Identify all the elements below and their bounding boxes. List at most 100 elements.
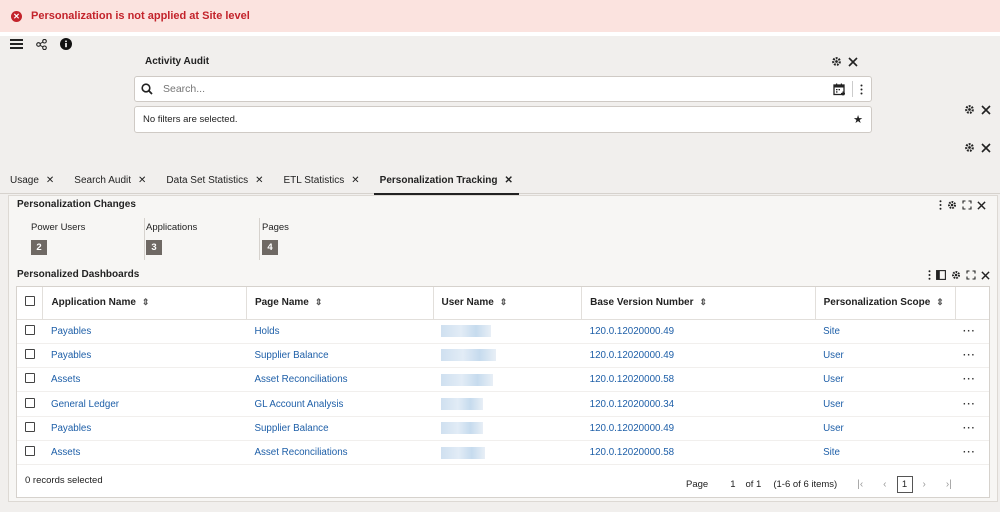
tab-label: Data Set Statistics [166,175,249,186]
more-vertical-icon[interactable] [928,270,931,280]
close-icon[interactable] [977,200,986,210]
close-icon[interactable] [848,56,858,67]
base-version-link[interactable]: 120.0.12020000.49 [581,319,816,344]
more-vertical-icon[interactable] [860,84,863,95]
column-header-page-name[interactable]: Page Name ⇕ [246,287,434,320]
gear-icon[interactable] [831,56,842,67]
more-horizontal-icon[interactable]: ··· [963,326,976,337]
tab-usage[interactable]: Usage ✕ [0,168,64,194]
close-icon[interactable] [981,104,991,115]
column-header-application-name[interactable]: Application Name ⇕ [42,287,247,320]
application-name-link[interactable]: General Ledger [42,391,247,417]
column-header-personalization-scope[interactable]: Personalization Scope ⇕ [815,287,956,320]
first-page-icon[interactable]: |‹ [857,479,863,490]
current-page-button[interactable]: 1 [896,476,913,493]
close-icon[interactable]: ✕ [46,175,54,186]
page-name-link[interactable]: Supplier Balance [246,416,434,441]
page-name-link[interactable]: Asset Reconciliations [246,367,434,393]
close-icon[interactable] [981,270,990,280]
application-name-link[interactable]: Assets [42,440,247,466]
previous-page-icon[interactable]: ‹ [883,479,886,490]
scope-link[interactable]: User [815,367,956,393]
more-horizontal-icon[interactable]: ··· [963,447,976,458]
application-name-link[interactable]: Assets [42,367,247,393]
sort-icon[interactable]: ⇕ [936,297,944,307]
close-icon[interactable]: ✕ [351,175,359,186]
table-row[interactable]: Payables Holds 120.0.12020000.49 Site ··… [17,319,989,344]
search-input[interactable] [163,83,833,95]
gear-icon[interactable] [964,142,975,153]
gear-icon[interactable] [951,270,961,280]
row-checkbox[interactable] [25,397,35,408]
page-name-link[interactable]: Holds [246,319,434,344]
base-version-link[interactable]: 120.0.12020000.49 [581,343,816,369]
tab-personalization-tracking[interactable]: Personalization Tracking ✕ [370,168,523,195]
scope-link[interactable]: User [815,391,956,417]
close-icon[interactable]: ✕ [255,175,263,186]
gear-icon[interactable] [947,200,957,210]
more-horizontal-icon[interactable]: ··· [963,423,976,434]
table-row[interactable]: Assets Asset Reconciliations 120.0.12020… [17,367,989,393]
column-header-user-name[interactable]: User Name ⇕ [433,287,583,320]
row-checkbox[interactable] [25,324,35,335]
row-checkbox[interactable] [25,421,35,432]
next-page-icon[interactable]: › [923,479,926,490]
scope-link[interactable]: User [815,416,956,441]
sort-icon[interactable]: ⇕ [700,297,708,307]
close-icon[interactable] [981,142,991,153]
page-name-link[interactable]: Supplier Balance [246,343,434,369]
base-version-link[interactable]: 120.0.12020000.58 [581,367,816,393]
tab-search-audit[interactable]: Search Audit ✕ [64,168,156,194]
tab-etl-statistics[interactable]: ETL Statistics ✕ [274,168,370,194]
expand-icon[interactable] [962,200,972,210]
page-of-total: of 1 [745,479,762,490]
sort-icon[interactable]: ⇕ [500,297,508,307]
items-range: (1-6 of 6 items) [773,479,838,490]
page-name-link[interactable]: Asset Reconciliations [246,440,434,466]
table-row[interactable]: General Ledger GL Account Analysis 120.0… [17,391,989,417]
application-name-link[interactable]: Payables [42,319,247,344]
sort-icon[interactable]: ⇕ [142,297,150,307]
application-name-link[interactable]: Payables [42,416,247,441]
sort-icon[interactable]: ⇕ [315,297,323,307]
expand-icon[interactable] [966,270,976,280]
close-icon[interactable]: ✕ [138,175,146,186]
share-icon[interactable] [36,38,47,50]
scope-link[interactable]: Site [815,319,956,344]
tab-data-set-statistics[interactable]: Data Set Statistics ✕ [156,168,273,194]
row-checkbox[interactable] [25,348,35,359]
table-row[interactable]: Payables Supplier Balance 120.0.12020000… [17,416,989,441]
more-horizontal-icon[interactable]: ··· [963,350,976,361]
row-checkbox[interactable] [25,373,35,384]
calendar-icon[interactable] [833,83,846,96]
activity-audit-actions [831,56,858,67]
select-all-checkbox[interactable] [25,296,35,307]
row-select-cell [17,391,43,417]
base-version-link[interactable]: 120.0.12020000.34 [581,391,816,417]
hamburger-menu-icon[interactable] [10,38,23,50]
gear-icon[interactable] [964,104,975,115]
more-vertical-icon[interactable] [939,200,942,210]
info-icon[interactable] [60,38,72,50]
star-icon[interactable]: ★ [853,113,863,126]
scope-link[interactable]: User [815,343,956,369]
table-row[interactable]: Assets Asset Reconciliations 120.0.12020… [17,440,989,466]
more-horizontal-icon[interactable]: ··· [963,374,976,385]
page-name-link[interactable]: GL Account Analysis [246,391,434,417]
last-page-icon[interactable]: ›| [946,479,952,490]
close-icon[interactable]: ✕ [504,175,512,186]
page-input[interactable]: 1 [730,479,735,490]
row-actions-cell: ··· [955,416,989,441]
column-layout-icon[interactable] [936,270,946,280]
table-row[interactable]: Payables Supplier Balance 120.0.12020000… [17,343,989,369]
application-name-link[interactable]: Payables [42,343,247,369]
scope-link[interactable]: Site [815,440,956,466]
column-header-base-version-number[interactable]: Base Version Number ⇕ [581,287,816,320]
base-version-link[interactable]: 120.0.12020000.58 [581,440,816,466]
filter-status: No filters are selected. [143,114,238,125]
row-actions-cell: ··· [955,391,989,417]
records-selected-status: 0 records selected [25,475,103,486]
row-checkbox[interactable] [25,446,35,457]
more-horizontal-icon[interactable]: ··· [963,399,976,410]
base-version-link[interactable]: 120.0.12020000.49 [581,416,816,441]
